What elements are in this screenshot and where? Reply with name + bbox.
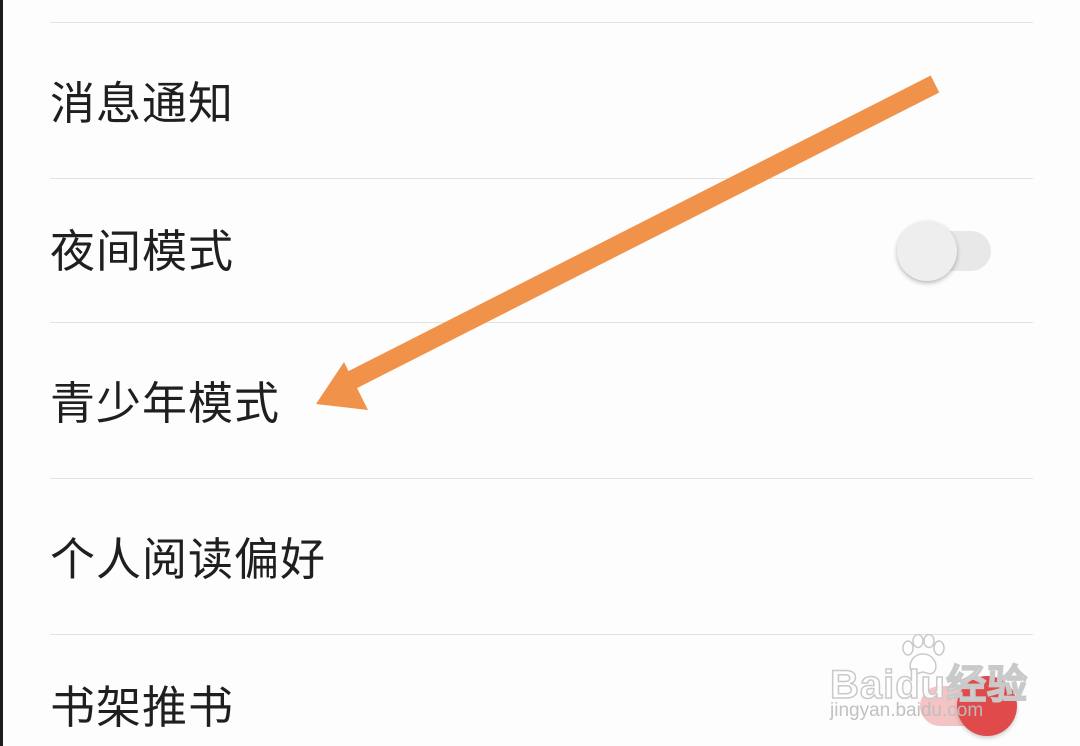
settings-row-youth-mode[interactable]: 青少年模式 <box>0 323 1080 478</box>
settings-row-reading-preferences[interactable]: 个人阅读偏好 <box>0 479 1080 634</box>
red-badge[interactable] <box>957 676 1017 736</box>
settings-row-bookshelf-recommend[interactable]: 书架推书 <box>0 635 1080 746</box>
settings-row-label: 个人阅读偏好 <box>50 533 327 586</box>
settings-row-label: 书架推书 <box>50 681 235 734</box>
settings-row-notifications[interactable]: 消息通知 <box>0 23 1080 178</box>
settings-row-label: 消息通知 <box>50 77 235 130</box>
settings-row-label: 青少年模式 <box>50 377 281 430</box>
toggle-thumb <box>897 221 957 281</box>
night-mode-toggle[interactable] <box>897 221 997 283</box>
settings-row-label: 夜间模式 <box>50 225 235 278</box>
